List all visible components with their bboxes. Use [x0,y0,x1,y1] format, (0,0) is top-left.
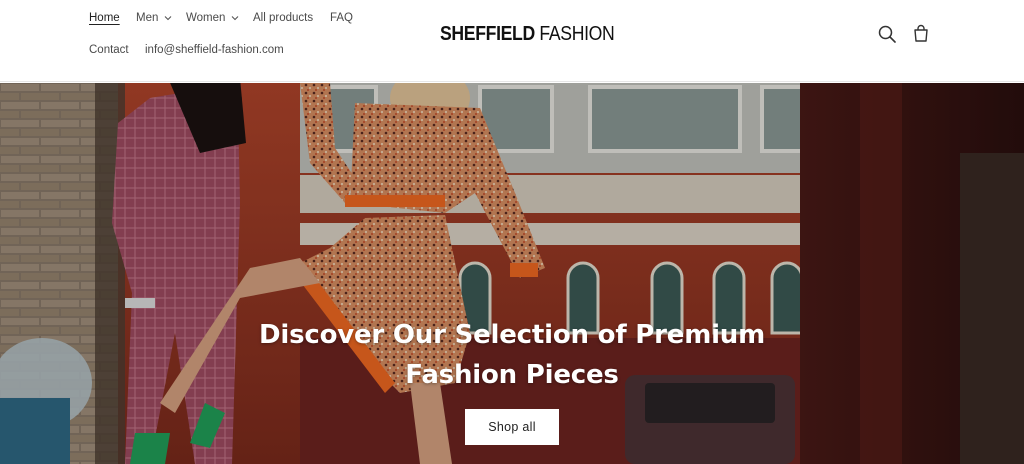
hero-banner: Discover Our Selection of Premium Fashio… [0,83,1024,464]
nav-women-label: Women [186,12,226,24]
chevron-down-icon [231,14,239,22]
nav-men[interactable]: Men [136,12,172,24]
search-icon[interactable] [876,23,898,45]
logo-text-secondary: FASHION [539,22,615,45]
nav-women[interactable]: Women [186,12,239,24]
site-header: Home Men Women All products FAQ Contact … [0,0,1024,82]
nav-email[interactable]: info@sheffield-fashion.com [145,44,284,56]
cart-icon[interactable] [910,23,932,45]
nav-faq[interactable]: FAQ [330,12,353,24]
shop-all-button[interactable]: Shop all [465,409,559,445]
nav-men-label: Men [136,12,159,24]
hero-title: Discover Our Selection of Premium Fashio… [258,320,765,390]
nav-all-products[interactable]: All products [253,12,313,24]
nav-contact[interactable]: Contact [89,44,129,56]
nav-home[interactable]: Home [89,12,120,24]
hero-overlay [0,83,1024,464]
site-logo[interactable]: SHEFFIELD FASHION [440,22,615,48]
logo-text-main: SHEFFIELD [440,22,535,45]
main-nav: Home Men Women All products FAQ Contact … [89,0,419,82]
chevron-down-icon [164,14,172,22]
